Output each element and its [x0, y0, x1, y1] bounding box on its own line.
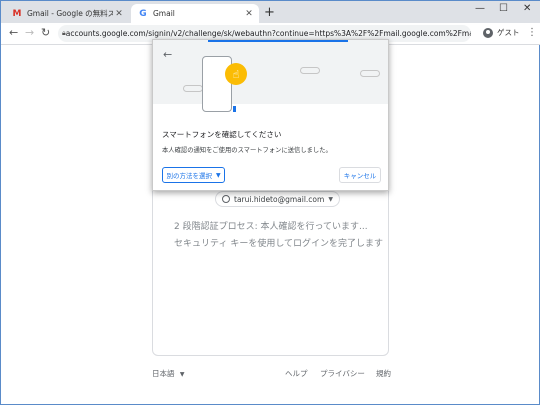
back-arrow-icon[interactable]: ← [9, 26, 18, 39]
new-tab-button[interactable]: + [264, 5, 275, 20]
dialog-body: 本人確認の通知をご使用のスマートフォンに送信しました。 [162, 147, 332, 154]
profile-label: ゲスト [497, 28, 520, 37]
cloud-icon [360, 70, 380, 77]
choose-another-method-button[interactable]: 別の方法を選択 ▼ [162, 167, 225, 183]
browser-window: M Gmail - Google の無料ストレージと ✕ G Gmail ✕ +… [0, 0, 540, 405]
dialog-illustration: ← [153, 40, 388, 104]
close-icon[interactable]: ✕ [113, 9, 125, 19]
help-link[interactable]: ヘルプ [285, 368, 308, 379]
profile-icon [483, 27, 493, 38]
close-icon[interactable]: ✕ [243, 9, 255, 19]
progress-bar [208, 40, 348, 42]
privacy-link[interactable]: プライバシー [320, 368, 365, 379]
tab-bar: M Gmail - Google の無料ストレージと ✕ G Gmail ✕ +… [1, 1, 540, 23]
cloud-icon [183, 85, 203, 92]
back-arrow-icon[interactable]: ← [163, 48, 172, 61]
minimize-icon[interactable]: — [475, 3, 485, 14]
language-label: 日本語 [152, 369, 175, 378]
reload-icon[interactable]: ↻ [41, 26, 50, 39]
profile-button[interactable]: ゲスト [483, 27, 520, 38]
dialog-title: スマートフォンを確認してください [162, 130, 282, 139]
maximize-icon[interactable]: ☐ [499, 3, 508, 14]
caret-down-icon: ▼ [179, 371, 185, 378]
caret-down-icon: ▼ [215, 171, 221, 179]
account-email: tarui.hideto@gmail.com [234, 194, 325, 204]
menu-icon[interactable]: ⋮ [527, 27, 537, 38]
security-key-dialog: ← ☝ スマートフォンを確認してください 本人確認の通知をご使用のスマートフォン… [152, 39, 389, 191]
tab-gmail-storage[interactable]: M Gmail - Google の無料ストレージと ✕ [6, 4, 129, 23]
language-selector[interactable]: 日本語 ▼ [152, 368, 185, 379]
choose-another-method-label: 別の方法を選択 [166, 172, 212, 180]
account-icon [222, 195, 230, 203]
tab-title: Gmail [153, 9, 175, 18]
account-chip[interactable]: tarui.hideto@gmail.com ▼ [215, 191, 340, 207]
gmail-icon: M [12, 8, 22, 19]
tab-gmail[interactable]: G Gmail ✕ [131, 4, 259, 23]
cloud-icon [300, 67, 320, 74]
fingerprint-icon: ☝ [225, 63, 247, 85]
chevron-down-icon: ▼ [328, 195, 333, 203]
forward-arrow-icon[interactable]: → [25, 26, 34, 39]
google-icon: G [139, 8, 147, 19]
address-text: accounts.google.com/signin/v2/challenge/… [65, 29, 471, 38]
tab-title: Gmail - Google の無料ストレージと [27, 9, 113, 18]
window-close-icon[interactable]: ✕ [523, 3, 531, 14]
phone-icon [202, 56, 232, 112]
terms-link[interactable]: 規約 [376, 368, 391, 379]
status-message: 2 段階認証プロセス: 本人確認を行っています... [174, 222, 368, 232]
phone-indicator [233, 106, 236, 112]
cancel-button[interactable]: キャンセル [339, 167, 381, 183]
instruction-message: セキュリティ キーを使用してログインを完了します [174, 239, 384, 249]
